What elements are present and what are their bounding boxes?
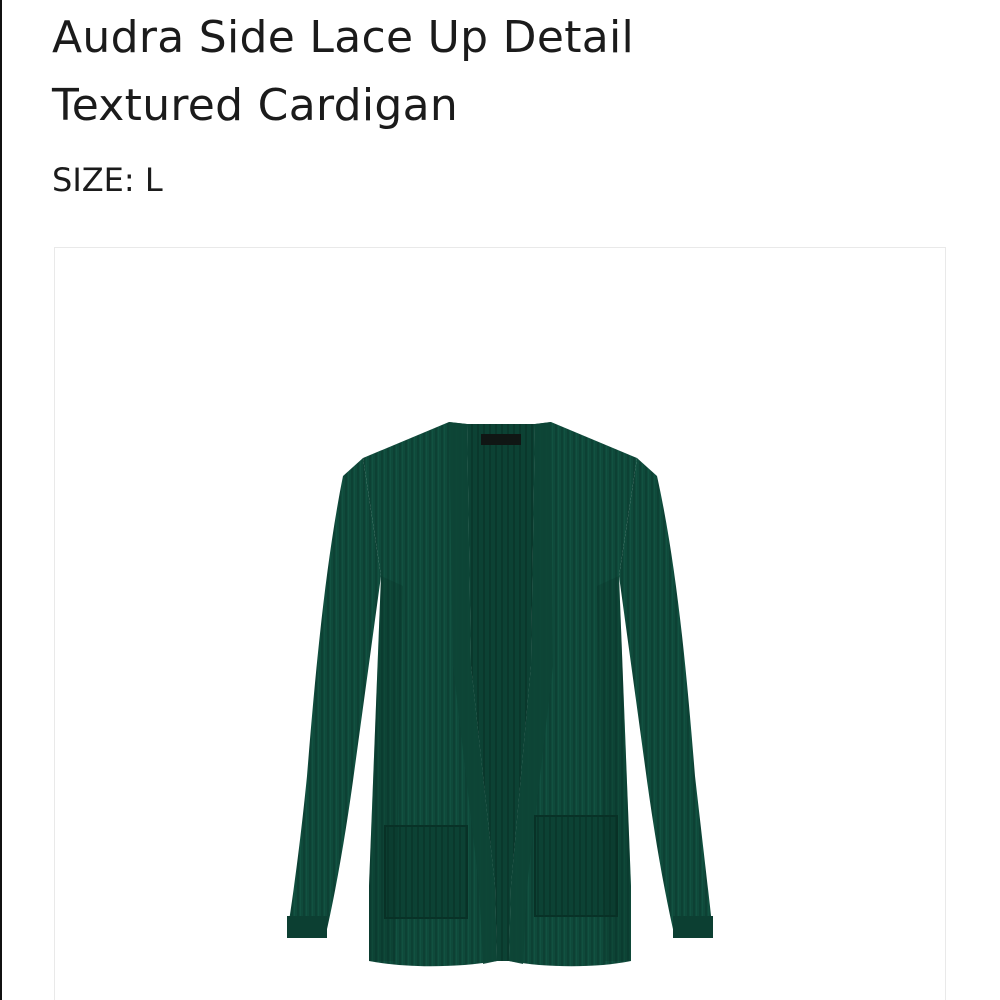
product-title: Audra Side Lace Up Detail Textured Cardi… — [52, 4, 932, 140]
product-image-frame[interactable] — [54, 247, 946, 1000]
cardigan-product-image[interactable] — [285, 416, 715, 981]
right-sleeve — [619, 458, 713, 938]
brand-neck-label — [481, 434, 521, 445]
size-label: SIZE: — [52, 161, 135, 199]
product-size: SIZE: L — [52, 158, 163, 202]
left-sleeve — [287, 458, 381, 938]
left-border-divider — [0, 0, 2, 1000]
right-cuff — [673, 916, 713, 938]
product-page: Audra Side Lace Up Detail Textured Cardi… — [0, 0, 1000, 1000]
left-cuff — [287, 916, 327, 938]
product-title-line-1: Audra Side Lace Up Detail — [52, 12, 635, 63]
size-value: L — [144, 161, 163, 199]
product-title-line-2: Textured Cardigan — [52, 80, 459, 131]
